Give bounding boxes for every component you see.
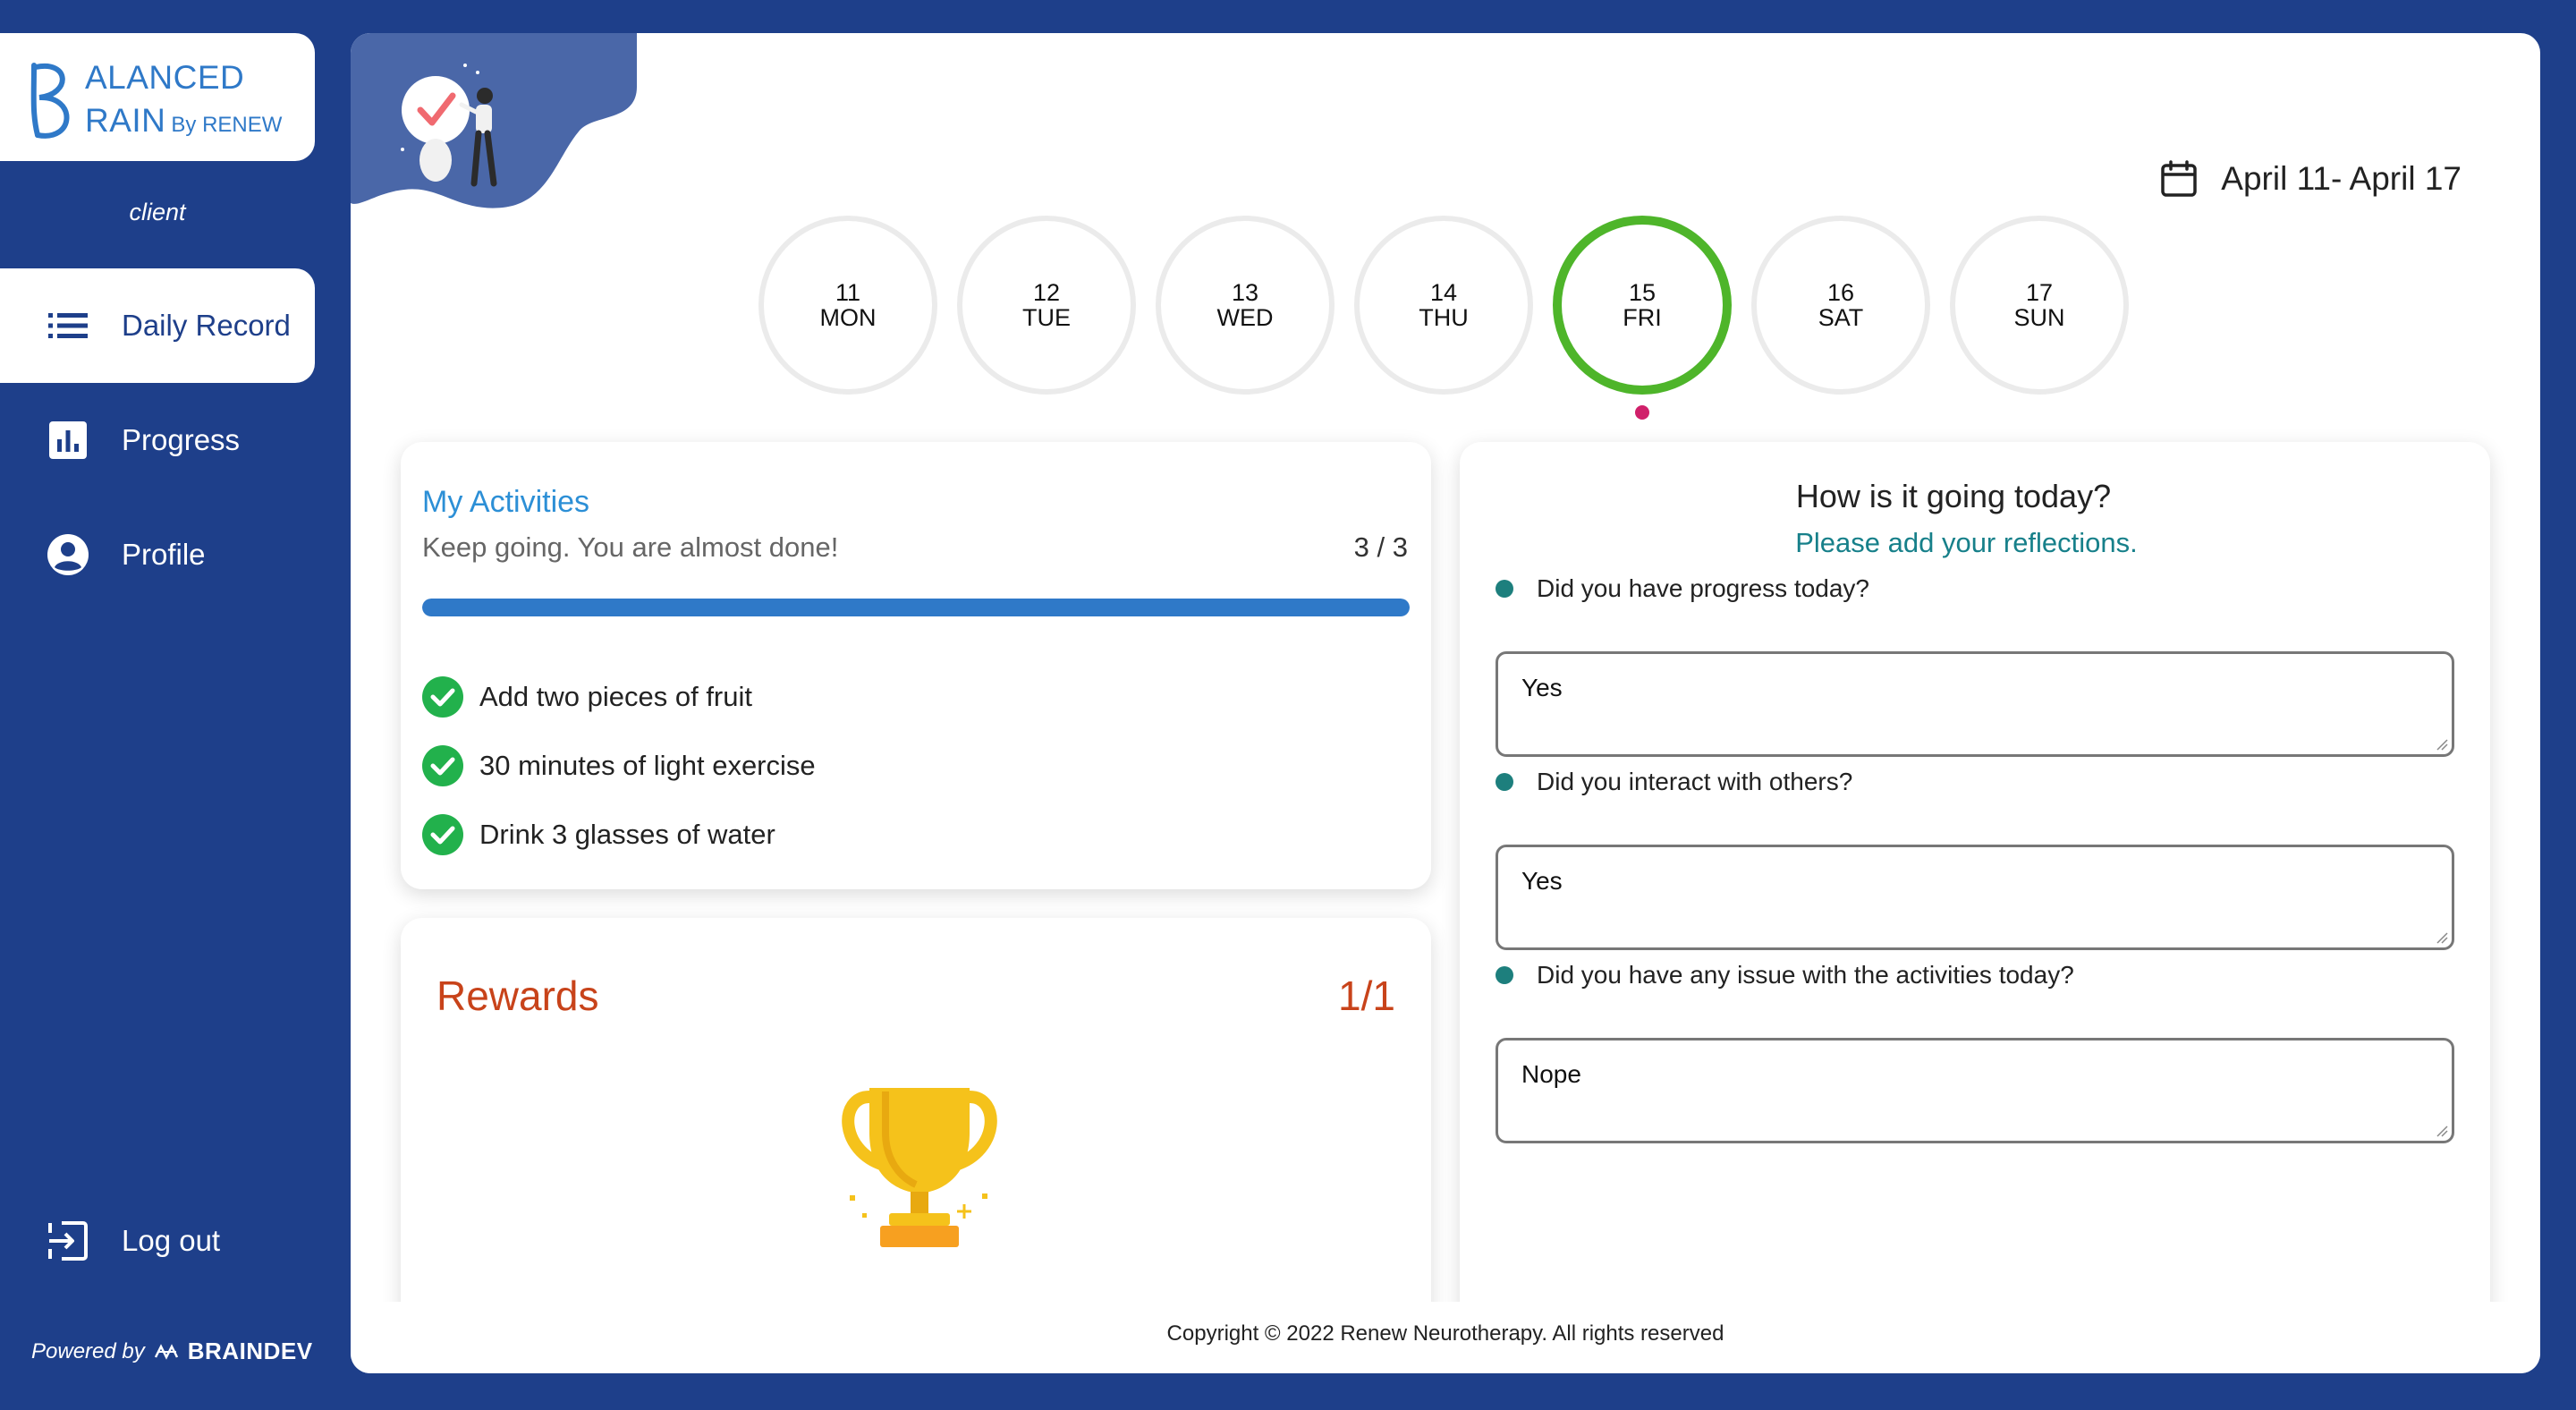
day-name: FRI	[1623, 304, 1662, 331]
day-button-mon[interactable]: 11 MON	[758, 216, 937, 395]
day-number: 13	[1231, 279, 1259, 306]
week-range-label: April 11- April 17	[2221, 160, 2462, 197]
logo-text-by: By RENEW	[171, 113, 283, 137]
list-icon	[47, 304, 89, 347]
day-button-fri[interactable]: 15 FRI	[1553, 216, 1732, 395]
day-name: SUN	[2013, 304, 2065, 331]
trophy-icon[interactable]	[830, 1079, 1009, 1267]
activity-item[interactable]: Add two pieces of fruit	[422, 676, 752, 718]
answer-text: Yes	[1521, 867, 1563, 895]
day-number: 15	[1628, 279, 1657, 306]
day-name: WED	[1216, 304, 1274, 331]
day-number: 11	[835, 279, 861, 306]
day-button-sun[interactable]: 17 SUN	[1950, 216, 2129, 395]
day-button-tue[interactable]: 12 TUE	[957, 216, 1136, 395]
today-indicator-dot	[1635, 405, 1649, 420]
day-number: 14	[1429, 279, 1458, 306]
sidebar-item-progress[interactable]: Progress	[0, 383, 315, 497]
sidebar-item-profile[interactable]: Profile	[0, 497, 315, 612]
logout-label: Log out	[122, 1224, 221, 1257]
logout-button[interactable]: Log out	[0, 1184, 315, 1298]
question-text: Did you have any issue with the activiti…	[1537, 961, 2074, 989]
powered-by-prefix: Powered by	[31, 1338, 145, 1363]
activities-progress-fill	[422, 599, 1410, 616]
day-button-sat[interactable]: 16 SAT	[1751, 216, 1930, 395]
reflection-answer-field[interactable]: Yes	[1496, 845, 2454, 950]
reflections-title: How is it going today?	[1795, 478, 2112, 514]
day-number: 16	[1826, 279, 1855, 306]
rewards-count: 1/1	[1338, 973, 1395, 1019]
sidebar-item-daily-record[interactable]: Daily Record	[0, 268, 315, 383]
logo-b-icon	[30, 63, 70, 139]
activities-progress-bar	[422, 599, 1410, 616]
day-button-wed[interactable]: 13 WED	[1156, 216, 1335, 395]
activities-title: My Activities	[422, 485, 590, 519]
question-text: Did you have progress today?	[1537, 574, 1869, 602]
question-text: Did you interact with others?	[1537, 768, 1853, 795]
activity-item[interactable]: Drink 3 glasses of water	[422, 814, 775, 855]
logo-text-rain: RAIN	[85, 102, 166, 139]
answer-text: Nope	[1521, 1060, 1581, 1088]
bullet-dot-icon	[1496, 773, 1513, 791]
user-role-label: client	[129, 199, 186, 225]
brand-logo[interactable]: ALANCED RAIN By RENEW	[0, 33, 315, 161]
reflection-answer-field[interactable]: Nope	[1496, 1038, 2454, 1143]
check-circle-icon	[422, 676, 463, 718]
day-name: MON	[819, 304, 877, 331]
main-panel: April 11- April 17 11 MON 12 TUE 13 WED …	[351, 33, 2540, 1373]
question-label: Did you interact with others?	[1496, 768, 1852, 796]
activity-item[interactable]: 30 minutes of light exercise	[422, 745, 816, 786]
resize-grip-icon[interactable]	[2436, 931, 2448, 944]
check-circle-icon	[422, 814, 463, 855]
activity-label: Add two pieces of fruit	[479, 681, 752, 712]
check-circle-icon	[422, 745, 463, 786]
powered-by: Powered by BRAINDEV	[31, 1338, 313, 1365]
activities-count: 3 / 3	[1353, 531, 1408, 563]
bullet-dot-icon	[1496, 966, 1513, 984]
activity-label: Drink 3 glasses of water	[479, 819, 775, 850]
day-number: 17	[2025, 279, 2054, 306]
copyright-text: Copyright © 2022 Renew Neurotherapy. All…	[1166, 1321, 1724, 1346]
day-number: 12	[1032, 279, 1061, 306]
logo-text-line1: ALANCED	[85, 59, 245, 96]
activity-label: 30 minutes of light exercise	[479, 750, 816, 781]
sidebar-item-label: Progress	[122, 423, 241, 456]
day-name: THU	[1419, 304, 1469, 331]
reflections-subtitle: Please add your reflections.	[1795, 527, 2138, 558]
resize-grip-icon[interactable]	[2436, 1125, 2448, 1137]
day-name: SAT	[1818, 304, 1864, 331]
bullet-dot-icon	[1496, 580, 1513, 598]
reflection-answer-field[interactable]: Yes	[1496, 651, 2454, 757]
question-label: Did you have progress today?	[1496, 574, 1869, 603]
calendar-icon	[2161, 160, 2198, 197]
resize-grip-icon[interactable]	[2436, 738, 2448, 751]
logo-text-line2: RAIN By RENEW	[85, 102, 282, 140]
logout-icon	[47, 1219, 89, 1262]
wellness-illustration-icon	[351, 33, 637, 208]
powered-by-brand: BRAINDEV	[187, 1338, 313, 1364]
day-button-thu[interactable]: 14 THU	[1354, 216, 1533, 395]
question-label: Did you have any issue with the activiti…	[1496, 961, 2074, 990]
answer-text: Yes	[1521, 674, 1563, 701]
bar-chart-icon	[47, 419, 89, 462]
sidebar-item-label: Daily Record	[122, 309, 291, 342]
day-name: TUE	[1022, 304, 1071, 331]
week-range-picker[interactable]: April 11- April 17	[2160, 160, 2462, 198]
activities-card: My Activities Keep going. You are almost…	[401, 442, 1431, 889]
braindev-logo-icon	[154, 1343, 178, 1360]
sidebar-item-label: Profile	[122, 538, 206, 571]
account-circle-icon	[47, 533, 89, 576]
activities-subtitle: Keep going. You are almost done!	[422, 531, 839, 563]
reflections-card: How is it going today? Please add your r…	[1460, 442, 2490, 1373]
rewards-title: Rewards	[436, 973, 599, 1019]
